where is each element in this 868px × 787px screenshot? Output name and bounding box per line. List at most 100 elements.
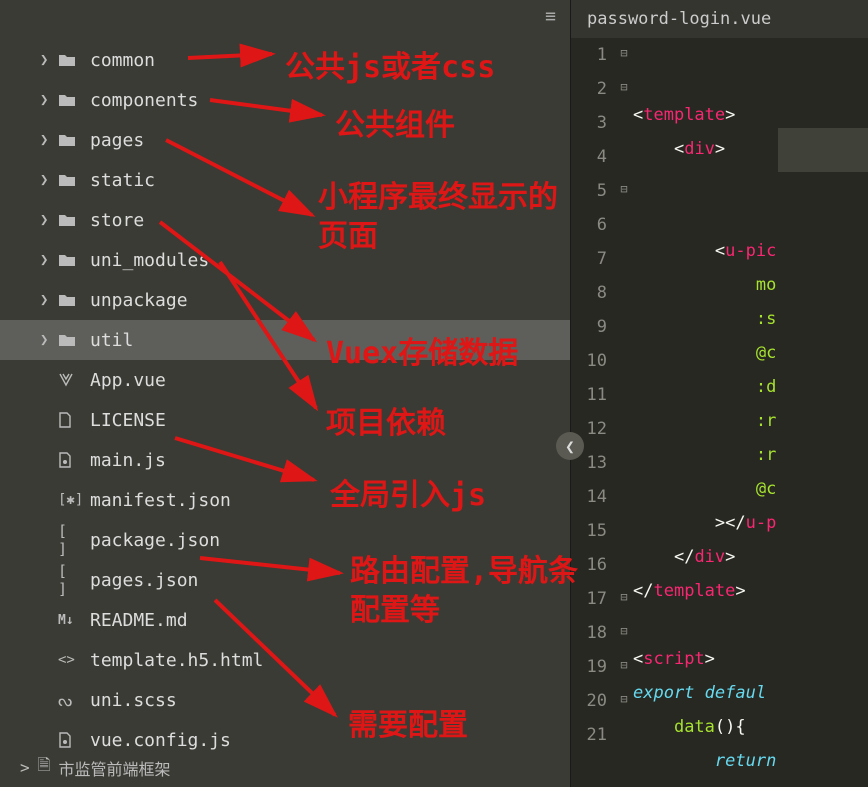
code-line[interactable]: export defaul xyxy=(633,676,868,710)
code-line[interactable]: :r xyxy=(633,404,868,438)
code-line[interactable]: </template> xyxy=(633,574,868,608)
tree-item-main-js[interactable]: main.js xyxy=(0,440,570,480)
line-number: 1 xyxy=(571,38,607,72)
folder-icon xyxy=(58,53,82,67)
fold-icon[interactable]: ⊟ xyxy=(615,582,633,616)
fold-icon xyxy=(615,378,633,412)
vue-icon xyxy=(58,372,82,388)
tree-item-label: components xyxy=(90,90,198,111)
fold-icon xyxy=(615,548,633,582)
tree-item-label: template.h5.html xyxy=(90,650,263,671)
tree-item-label: util xyxy=(90,330,133,351)
manifest-icon: [✱] xyxy=(58,492,82,508)
code-line[interactable]: data(){ xyxy=(633,710,868,744)
code-line[interactable]: </div> xyxy=(633,540,868,574)
tree-item-manifest-json[interactable]: [✱]manifest.json xyxy=(0,480,570,520)
json-icon: [ ] xyxy=(58,522,82,558)
line-number: 6 xyxy=(571,208,607,242)
fold-icon xyxy=(615,106,633,140)
tree-item-pages[interactable]: ❯pages xyxy=(0,120,570,160)
chevron-right-icon: ❯ xyxy=(40,172,58,188)
tree-item-unpackage[interactable]: ❯unpackage xyxy=(0,280,570,320)
tree-item-label: common xyxy=(90,50,155,71)
line-number: 19 xyxy=(571,650,607,684)
chevron-right-icon: > xyxy=(20,758,30,777)
line-gutter: 123456789101112131415161718192021 xyxy=(571,38,615,787)
editor-tab-bar: password-login.vue xyxy=(571,0,868,38)
tree-item-store[interactable]: ❯store xyxy=(0,200,570,240)
editor-body[interactable]: 123456789101112131415161718192021 ⊟⊟⊟⊟⊟⊟… xyxy=(571,38,868,787)
fold-icon xyxy=(615,412,633,446)
tree-item-pages-json[interactable]: [ ]pages.json xyxy=(0,560,570,600)
tree-item-README-md[interactable]: M↓README.md xyxy=(0,600,570,640)
chevron-right-icon: ❯ xyxy=(40,52,58,68)
fold-icon[interactable]: ⊟ xyxy=(615,650,633,684)
editor-tab[interactable]: password-login.vue xyxy=(587,9,771,29)
project-root-label: 市监管前端框架 xyxy=(59,756,171,780)
tree-item-label: unpackage xyxy=(90,290,188,311)
fold-icon[interactable]: ⊟ xyxy=(615,72,633,106)
html-icon: <> xyxy=(58,652,82,668)
fold-icon[interactable]: ⊟ xyxy=(615,174,633,208)
line-number: 16 xyxy=(571,548,607,582)
tree-item-label: uni_modules xyxy=(90,250,209,271)
fold-icon[interactable]: ⊟ xyxy=(615,38,633,72)
tree-item-label: vue.config.js xyxy=(90,730,231,751)
scss-icon: ᔓ xyxy=(58,691,82,710)
fold-icon xyxy=(615,208,633,242)
tree-item-label: LICENSE xyxy=(90,410,166,431)
tree-item-label: pages.json xyxy=(90,570,198,591)
code-line[interactable]: ></u-p xyxy=(633,506,868,540)
chevron-right-icon: ❯ xyxy=(40,132,58,148)
tree-item-uni-scss[interactable]: ᔓuni.scss xyxy=(0,680,570,720)
tree-item-App-vue[interactable]: App.vue xyxy=(0,360,570,400)
file-tree: ❯common❯components❯pages❯static❯store❯un… xyxy=(0,0,570,760)
minimap[interactable] xyxy=(778,128,868,172)
tree-item-uni_modules[interactable]: ❯uni_modules xyxy=(0,240,570,280)
line-number: 17 xyxy=(571,582,607,616)
folder-icon xyxy=(58,333,82,347)
tree-item-util[interactable]: ❯util xyxy=(0,320,570,360)
fold-column: ⊟⊟⊟⊟⊟⊟⊟ xyxy=(615,38,633,787)
code-line[interactable]: :d xyxy=(633,370,868,404)
code-line[interactable]: <script> xyxy=(633,642,868,676)
js-icon xyxy=(58,452,82,468)
tree-item-template-h5-html[interactable]: <> template.h5.html xyxy=(0,640,570,680)
project-root[interactable]: > 🗎 市监管前端框架 xyxy=(20,754,171,781)
fold-icon xyxy=(615,480,633,514)
tree-item-package-json[interactable]: [ ]package.json xyxy=(0,520,570,560)
tree-item-static[interactable]: ❯static xyxy=(0,160,570,200)
tree-item-LICENSE[interactable]: LICENSE xyxy=(0,400,570,440)
fold-icon xyxy=(615,242,633,276)
code-line[interactable]: @c xyxy=(633,336,868,370)
code-line[interactable]: pi xyxy=(633,778,868,787)
line-number: 7 xyxy=(571,242,607,276)
editor-panel: password-login.vue 123456789101112131415… xyxy=(570,0,868,787)
code-line[interactable]: :s xyxy=(633,302,868,336)
line-number: 15 xyxy=(571,514,607,548)
line-number: 21 xyxy=(571,718,607,752)
fold-icon xyxy=(615,446,633,480)
fold-icon[interactable]: ⊟ xyxy=(615,616,633,650)
code-area[interactable]: <template> <div> <u-pic mo :s @c :d :r :… xyxy=(633,38,868,787)
code-line[interactable] xyxy=(633,200,868,234)
code-line[interactable]: mo xyxy=(633,268,868,302)
fold-icon[interactable]: ⊟ xyxy=(615,684,633,718)
code-line[interactable]: @c xyxy=(633,472,868,506)
code-line[interactable]: return xyxy=(633,744,868,778)
fold-icon xyxy=(615,310,633,344)
line-number: 20 xyxy=(571,684,607,718)
file-explorer: ≡ ❯common❯components❯pages❯static❯store❯… xyxy=(0,0,570,787)
line-number: 18 xyxy=(571,616,607,650)
code-line[interactable]: <template> xyxy=(633,98,868,132)
code-line[interactable]: <u-pic xyxy=(633,234,868,268)
tree-item-common[interactable]: ❯ common xyxy=(0,40,570,80)
sidebar-collapse-icon[interactable]: ❮ xyxy=(556,432,584,460)
line-number: 8 xyxy=(571,276,607,310)
menu-icon[interactable]: ≡ xyxy=(545,6,556,27)
md-icon: M↓ xyxy=(58,613,82,628)
code-line[interactable] xyxy=(633,608,868,642)
tree-item-components[interactable]: ❯components xyxy=(0,80,570,120)
folder-icon xyxy=(58,173,82,187)
code-line[interactable]: :r xyxy=(633,438,868,472)
